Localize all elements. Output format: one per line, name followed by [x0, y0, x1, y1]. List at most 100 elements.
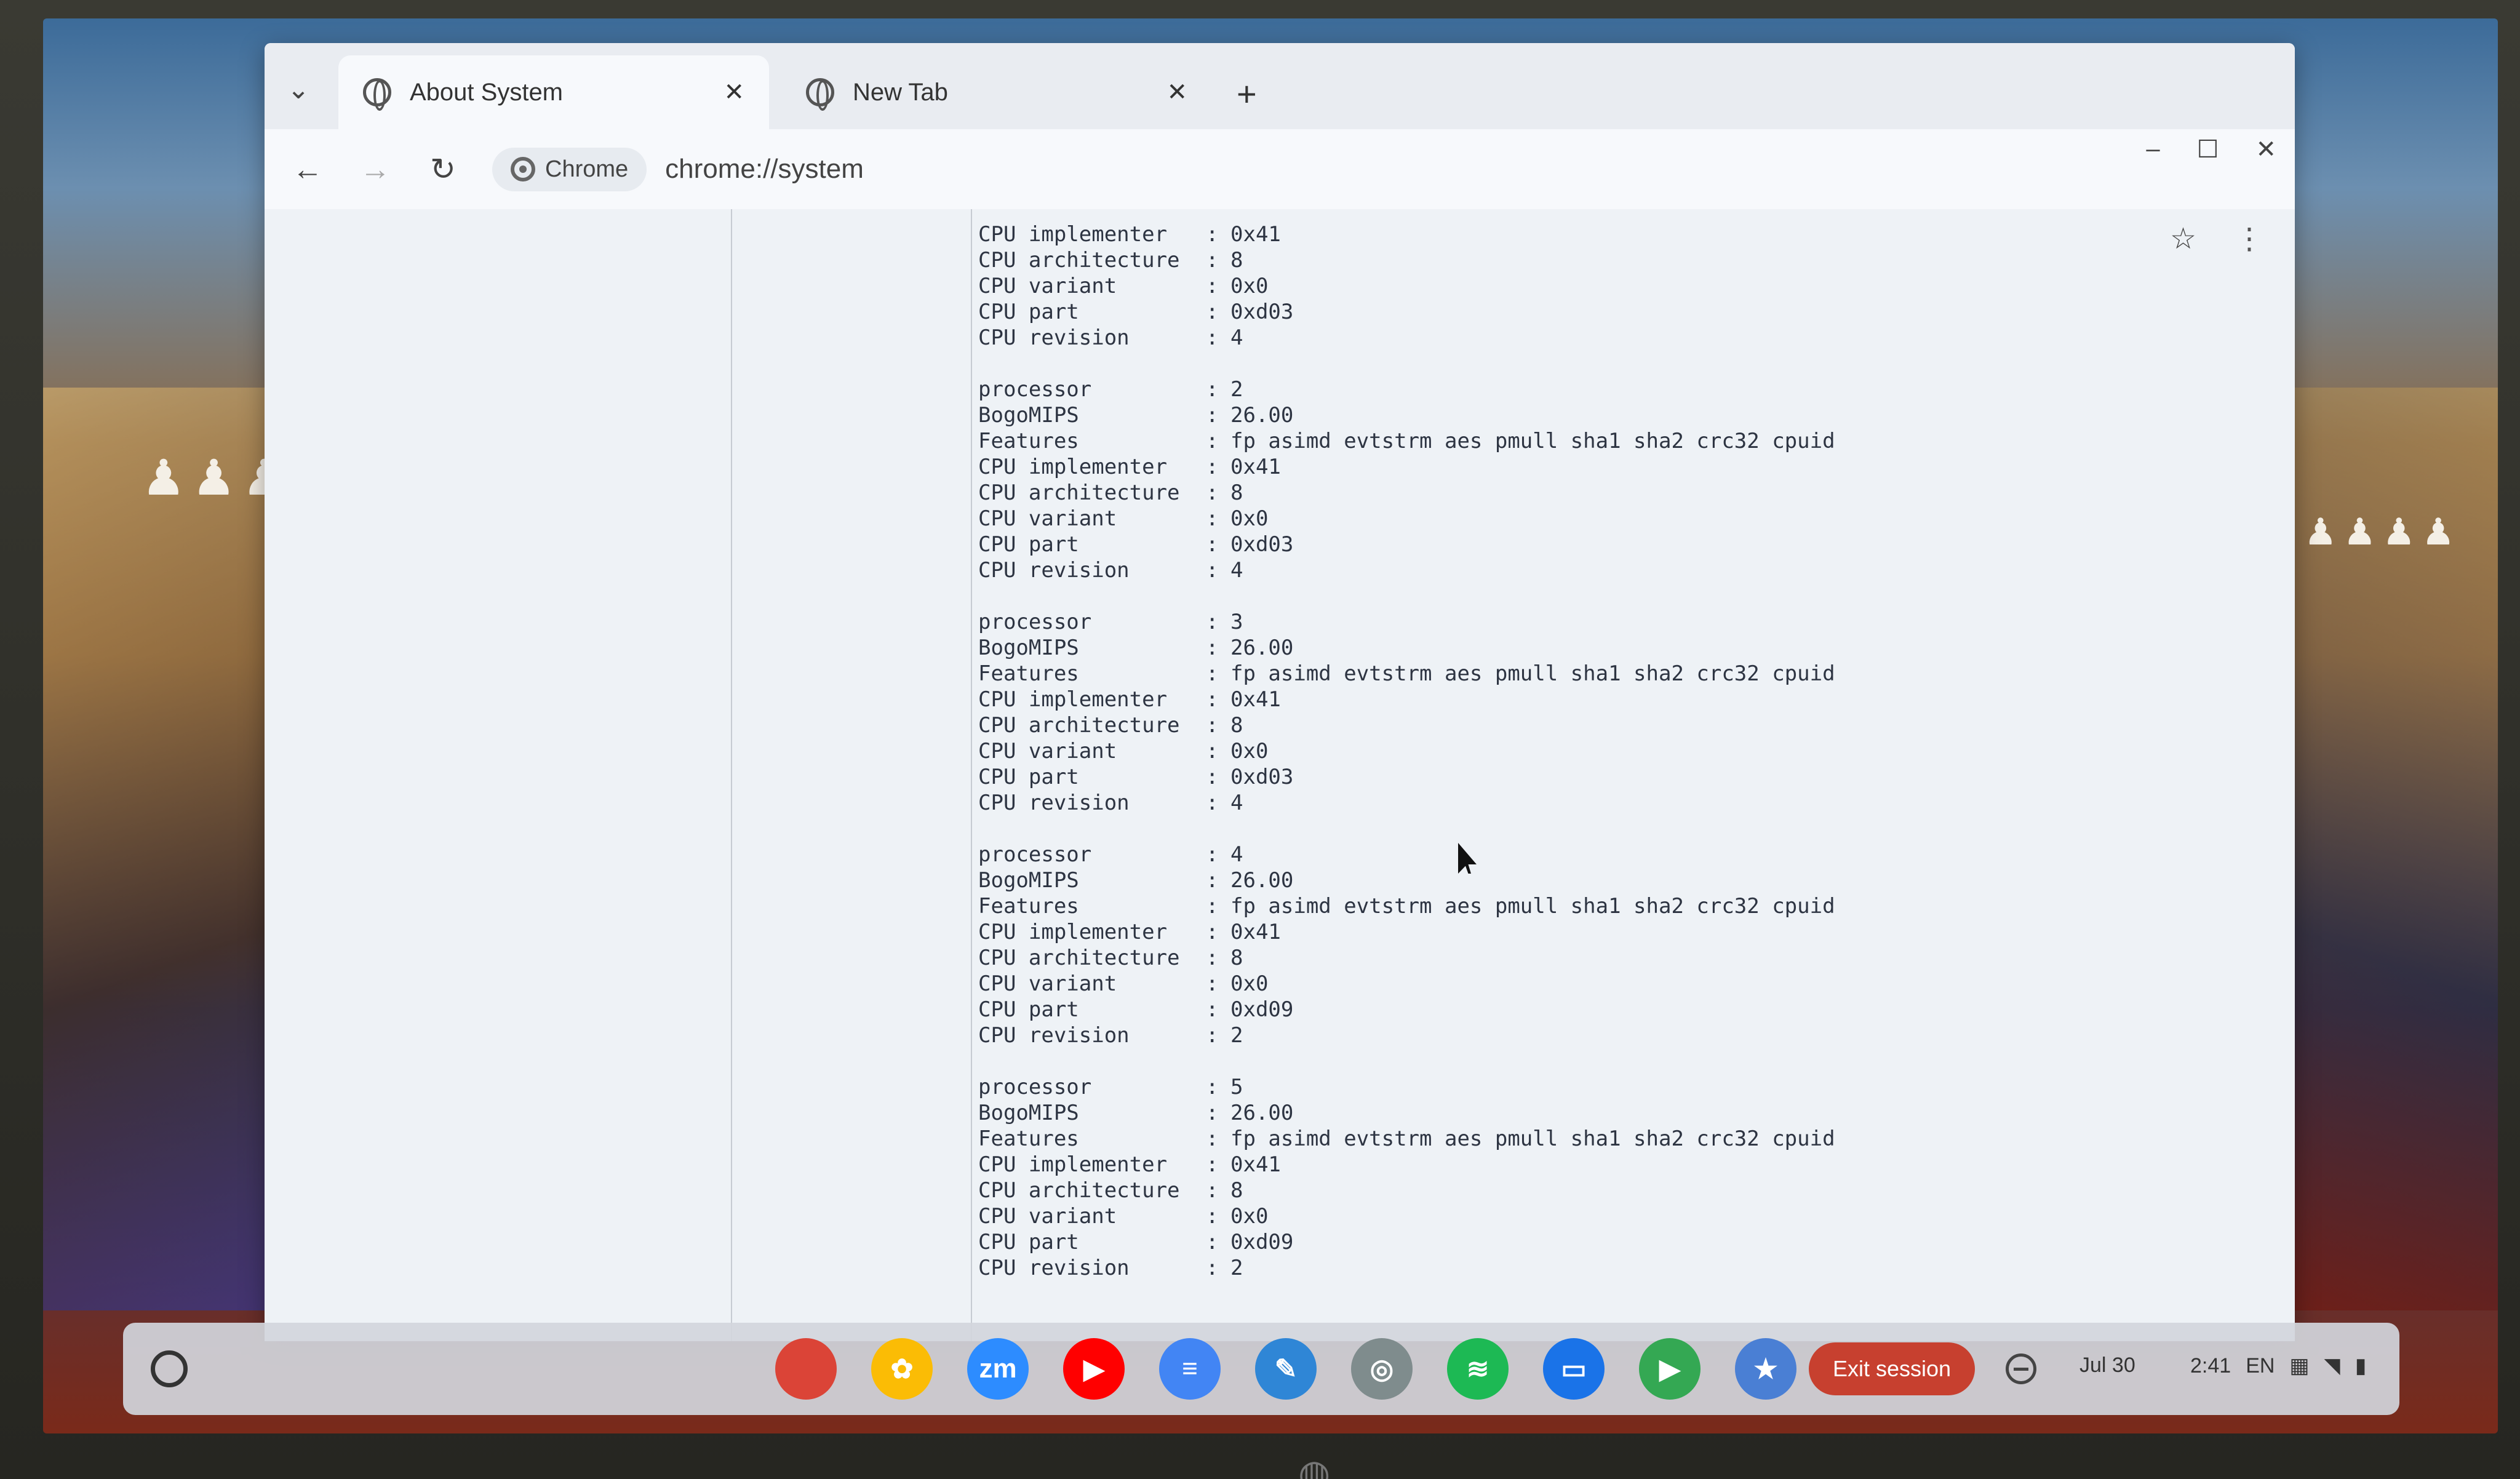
log-separator: : [1206, 1256, 1219, 1280]
log-row: CPU architecture:8 [978, 712, 1835, 738]
log-separator: : [1206, 894, 1219, 919]
log-value: 0x41 [1230, 687, 1281, 712]
log-separator: : [1206, 1204, 1219, 1229]
log-value: 0x41 [1230, 455, 1281, 479]
log-value: 8 [1230, 713, 1243, 738]
log-separator: : [1206, 791, 1219, 815]
log-separator: : [1206, 455, 1219, 479]
close-tab-icon[interactable]: ✕ [1166, 78, 1187, 106]
log-row: CPU part:0xd09 [978, 1229, 1835, 1255]
log-row: CPU revision:4 [978, 790, 1835, 816]
date-indicator[interactable]: Jul 30 [2079, 1353, 2135, 1377]
play-store-app-icon[interactable]: ▶ [1639, 1338, 1701, 1400]
log-value: 0x41 [1230, 222, 1281, 247]
maximize-icon[interactable]: ☐ [2197, 135, 2219, 164]
tab-title: About System [410, 78, 564, 106]
key-column [732, 209, 972, 1341]
forward-arrow-icon[interactable]: → [351, 151, 400, 187]
log-row: CPU part:0xd03 [978, 532, 1835, 557]
spotify-app-icon[interactable]: ≋ [1447, 1338, 1509, 1400]
status-tray[interactable]: 2:41 EN ▦ ◥ ▮ [2190, 1353, 2366, 1378]
log-row: BogoMIPS:26.00 [978, 1100, 1835, 1126]
photos-app-icon[interactable]: ✿ [871, 1338, 933, 1400]
log-key: processor [978, 842, 1092, 867]
log-value: 2 [1230, 1023, 1243, 1048]
more-menu-icon[interactable]: ⋮ [2235, 221, 2264, 256]
back-arrow-icon[interactable]: ← [283, 151, 332, 187]
bookmark-star-icon[interactable]: ☆ [2170, 221, 2196, 256]
youtube-app-icon[interactable]: ▶ [1063, 1338, 1125, 1400]
starred-app-icon[interactable]: ★ [1735, 1338, 1796, 1400]
canvas-app-icon[interactable]: ✎ [1255, 1338, 1317, 1400]
log-value: fp asimd evtstrm aes pmull sha1 sha2 crc… [1230, 894, 1835, 919]
log-row: CPU variant:0x0 [978, 738, 1835, 764]
log-key: CPU architecture [978, 480, 1180, 505]
log-value: 0x0 [1230, 274, 1269, 298]
site-info-chip[interactable]: Chrome [492, 147, 647, 191]
chrome-web-app-icon[interactable]: ◎ [1351, 1338, 1413, 1400]
log-separator: : [1206, 946, 1219, 970]
do-not-disturb-icon[interactable] [2006, 1353, 2036, 1384]
log-row: BogoMIPS:26.00 [978, 635, 1835, 661]
log-separator: : [1206, 480, 1219, 505]
log-value: fp asimd evtstrm aes pmull sha1 sha2 crc… [1230, 661, 1835, 686]
chrome-app-icon[interactable] [775, 1338, 837, 1400]
log-key: CPU variant [978, 506, 1117, 531]
log-key: BogoMIPS [978, 403, 1079, 428]
log-key: CPU revision [978, 558, 1130, 583]
close-tab-icon[interactable]: ✕ [724, 78, 744, 106]
log-value: 2 [1230, 1256, 1243, 1280]
address-bar[interactable]: Chrome chrome://system [492, 140, 1907, 199]
reload-icon[interactable]: ↻ [418, 151, 468, 187]
tab-search-chevron-icon[interactable]: ⌄ [277, 68, 320, 111]
log-key: CPU architecture [978, 946, 1180, 970]
log-key: CPU revision [978, 1023, 1130, 1048]
exit-session-button[interactable]: Exit session [1809, 1342, 1975, 1395]
close-window-icon[interactable]: ✕ [2255, 135, 2276, 164]
log-key: CPU variant [978, 274, 1117, 298]
log-key: CPU variant [978, 1204, 1117, 1229]
log-value: 2 [1230, 377, 1243, 402]
log-row: CPU part:0xd03 [978, 299, 1835, 325]
log-row: BogoMIPS:26.00 [978, 867, 1835, 893]
log-row: CPU architecture:8 [978, 480, 1835, 506]
tab-strip: ⌄ About System ✕ New Tab ✕ + [265, 43, 2295, 129]
log-value: 26.00 [1230, 1101, 1294, 1125]
log-separator: : [1206, 300, 1219, 324]
log-key: CPU architecture [978, 1178, 1180, 1203]
log-key: CPU implementer [978, 222, 1168, 247]
minimize-icon[interactable]: – [2146, 135, 2159, 164]
log-separator: : [1206, 222, 1219, 247]
tab-about-system[interactable]: About System ✕ [338, 55, 769, 129]
processor-block-tail: CPU implementer:0x41 CPU architecture:8 CP… [978, 221, 1835, 351]
hp-logo: ◍ [1298, 1453, 1331, 1479]
tab-new-tab[interactable]: New Tab ✕ [781, 55, 1212, 129]
tab-title: New Tab [853, 78, 948, 106]
url-text[interactable]: chrome://system [665, 154, 864, 185]
zoom-app-icon[interactable]: zm [967, 1338, 1029, 1400]
page-content: ☆ ⋮ CPU implementer:0x41 CPU architecture… [265, 209, 2295, 1341]
log-separator: : [1206, 274, 1219, 298]
files-app-icon[interactable]: ▭ [1543, 1338, 1605, 1400]
log-key: CPU revision [978, 1256, 1130, 1280]
log-row: CPU implementer:0x41 [978, 454, 1835, 480]
log-value: 0x41 [1230, 1152, 1281, 1177]
launcher-icon[interactable] [151, 1350, 188, 1387]
log-key: processor [978, 377, 1092, 402]
cpuinfo-log: CPU implementer:0x41 CPU architecture:8 CP… [978, 221, 1835, 1307]
log-row: CPU part:0xd03 [978, 764, 1835, 790]
log-value: 0xd09 [1230, 997, 1294, 1022]
new-tab-plus-icon[interactable]: + [1237, 74, 1257, 114]
docs-app-icon[interactable]: ≡ [1159, 1338, 1221, 1400]
log-separator: : [1206, 842, 1219, 867]
log-key: CPU variant [978, 739, 1117, 763]
log-value: fp asimd evtstrm aes pmull sha1 sha2 crc… [1230, 429, 1835, 453]
log-row: CPU variant:0x0 [978, 1203, 1835, 1229]
log-row: Features: fp asimd evtstrm aes pmull sha1… [978, 893, 1835, 919]
log-key: CPU part [978, 300, 1079, 324]
log-value: 8 [1230, 480, 1243, 505]
log-key: processor [978, 1075, 1092, 1099]
log-row: CPU variant:0x0 [978, 506, 1835, 532]
battery-icon: ▮ [2355, 1354, 2367, 1377]
log-key: CPU variant [978, 971, 1117, 996]
